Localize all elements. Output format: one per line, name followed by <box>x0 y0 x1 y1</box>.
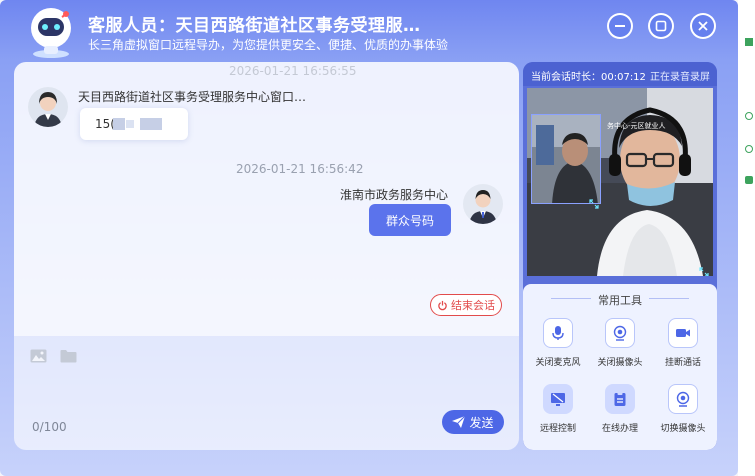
close-icon <box>692 15 714 37</box>
folder-icon[interactable] <box>60 348 77 367</box>
character-counter: 0/100 <box>32 420 67 434</box>
previous-timestamp: 2026-01-21 16:56:55 <box>229 64 357 78</box>
microphone-icon <box>543 318 573 348</box>
close-button[interactable] <box>690 13 716 39</box>
session-bar: 当前会话时长：00:07:12 正在录音录屏 <box>523 62 717 86</box>
user-message-bubble: 群众号码 <box>369 204 451 236</box>
maximize-icon <box>650 15 672 37</box>
desktop-edge <box>738 0 755 476</box>
switch-camera-icon <box>668 384 698 414</box>
desktop-edge-icon <box>745 145 753 153</box>
end-session-label: 结束会话 <box>451 299 495 312</box>
redaction-block <box>113 118 125 130</box>
fullscreen-icon[interactable] <box>699 262 709 276</box>
disable-camera-button[interactable]: 关闭摄像头 <box>590 318 650 368</box>
tool-label: 挂断通话 <box>664 358 701 368</box>
video-call-icon <box>668 318 698 348</box>
tools-title: 常用工具 <box>523 292 717 308</box>
clipboard-icon <box>605 384 635 414</box>
chat-message-panel[interactable]: 2026-01-21 16:56:55 天目西路街道社区事务受理服务中心窗口… … <box>14 62 519 336</box>
mute-microphone-button[interactable]: 关闭麦克风 <box>528 318 588 368</box>
online-processing-button[interactable]: 在线办理 <box>590 384 650 434</box>
recording-status: 正在录音录屏 <box>650 72 710 83</box>
tool-label: 远程控制 <box>539 424 576 434</box>
power-icon <box>438 300 447 310</box>
agent-message-text: 15( <box>95 117 115 131</box>
desktop-edge-icon <box>745 38 753 46</box>
message-input-area[interactable]: 0/100 发送 <box>14 336 519 450</box>
remote-video[interactable]: 务中心-元区就业人 <box>527 88 713 276</box>
image-icon[interactable] <box>30 348 47 367</box>
local-video-frame <box>532 115 600 203</box>
tool-label: 关闭摄像头 <box>597 358 643 368</box>
tool-label: 关闭麦克风 <box>535 358 581 368</box>
page-subtitle: 长三角虚拟窗口远程导办，为您提供更安全、便捷、优质的办事体验 <box>88 38 449 52</box>
tool-label: 在线办理 <box>601 424 638 434</box>
robot-logo-icon <box>26 6 76 58</box>
desktop-edge-icon <box>745 112 753 120</box>
desktop-edge-icon <box>745 176 753 184</box>
minimize-icon <box>609 15 631 37</box>
user-avatar <box>463 184 503 224</box>
switch-camera-button[interactable]: 切换摄像头 <box>653 384 713 434</box>
remote-control-icon <box>543 384 573 414</box>
message-timestamp: 2026-01-21 16:56:42 <box>236 162 364 176</box>
common-tools-panel: 常用工具 关闭麦克风 关闭摄像头 挂断通话 远程控制 在线办理 切换摄像头 <box>523 284 717 450</box>
tool-label: 切换摄像头 <box>660 424 706 434</box>
send-icon <box>452 416 466 428</box>
session-duration: 当前会话时长：00:07:12 <box>531 72 646 83</box>
send-button[interactable]: 发送 <box>442 410 504 434</box>
hang-up-button[interactable]: 挂断通话 <box>653 318 713 368</box>
expand-icon[interactable] <box>589 194 599 213</box>
app-window: 客服人员：天目西路街道社区事务受理服… 长三角虚拟窗口远程导办，为您提供更安全、… <box>0 0 738 476</box>
local-video-preview[interactable] <box>531 114 601 204</box>
video-call-panel: 当前会话时长：00:07:12 正在录音录屏 务中心-元区就业人 常用工具 关闭… <box>523 62 717 450</box>
agent-avatar <box>28 87 68 127</box>
send-label: 发送 <box>469 415 494 430</box>
agent-sender-name: 天目西路街道社区事务受理服务中心窗口… <box>78 90 307 104</box>
minimize-button[interactable] <box>607 13 633 39</box>
end-session-button[interactable]: 结束会话 <box>430 294 502 316</box>
maximize-button[interactable] <box>648 13 674 39</box>
user-sender-name: 淮南市政务服务中心 <box>340 188 449 202</box>
redaction-block <box>140 118 162 130</box>
agent-message-bubble: 15( <box>80 108 188 140</box>
video-caption: 务中心-元区就业人 <box>607 122 666 130</box>
redaction-block <box>126 120 134 128</box>
page-title: 客服人员：天目西路街道社区事务受理服… <box>88 16 421 36</box>
camera-icon <box>605 318 635 348</box>
remote-control-button[interactable]: 远程控制 <box>528 384 588 434</box>
